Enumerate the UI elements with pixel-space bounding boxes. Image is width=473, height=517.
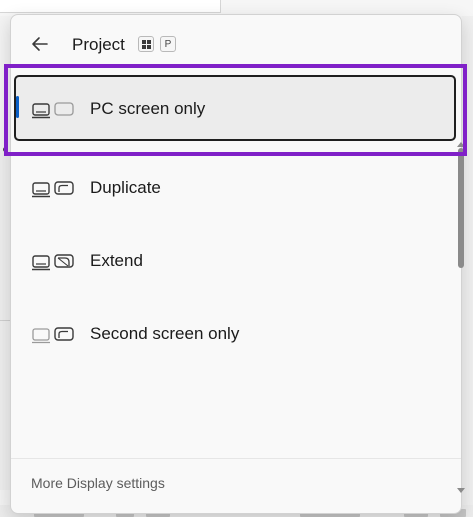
- project-flyout: Project P PC screen only Duplicate Exten…: [10, 14, 462, 514]
- flyout-header: Project P: [11, 15, 461, 75]
- second-screen-only-icon: [32, 327, 74, 344]
- more-display-settings-link[interactable]: More Display settings: [31, 475, 165, 491]
- scroll-down-arrow-icon[interactable]: [456, 487, 466, 495]
- windows-logo-icon: [141, 39, 151, 49]
- back-button[interactable]: [29, 33, 51, 55]
- option-label: PC screen only: [90, 99, 206, 118]
- footer-divider: [11, 458, 461, 459]
- option-second-screen-only[interactable]: Second screen only: [14, 300, 456, 366]
- extend-icon: [32, 254, 74, 271]
- option-label: Duplicate: [90, 178, 161, 197]
- option-label: Second screen only: [90, 324, 240, 343]
- background-dot: [3, 147, 8, 152]
- option-extend[interactable]: Extend: [14, 227, 456, 293]
- p-key-badge: P: [160, 36, 176, 52]
- arrow-left-icon: [32, 37, 48, 51]
- pc-screen-only-icon: [32, 102, 74, 119]
- windows-key-badge: [138, 36, 154, 52]
- selected-indicator: [16, 96, 19, 118]
- flyout-title: Project: [72, 35, 125, 54]
- scroll-up-arrow-icon[interactable]: [456, 140, 466, 148]
- option-label: Extend: [90, 251, 143, 270]
- scrollbar-thumb[interactable]: [458, 148, 464, 268]
- option-duplicate[interactable]: Duplicate: [14, 154, 456, 220]
- option-pc-screen-only[interactable]: PC screen only: [14, 75, 456, 141]
- duplicate-icon: [32, 181, 74, 198]
- background-window-corner: [0, 0, 221, 13]
